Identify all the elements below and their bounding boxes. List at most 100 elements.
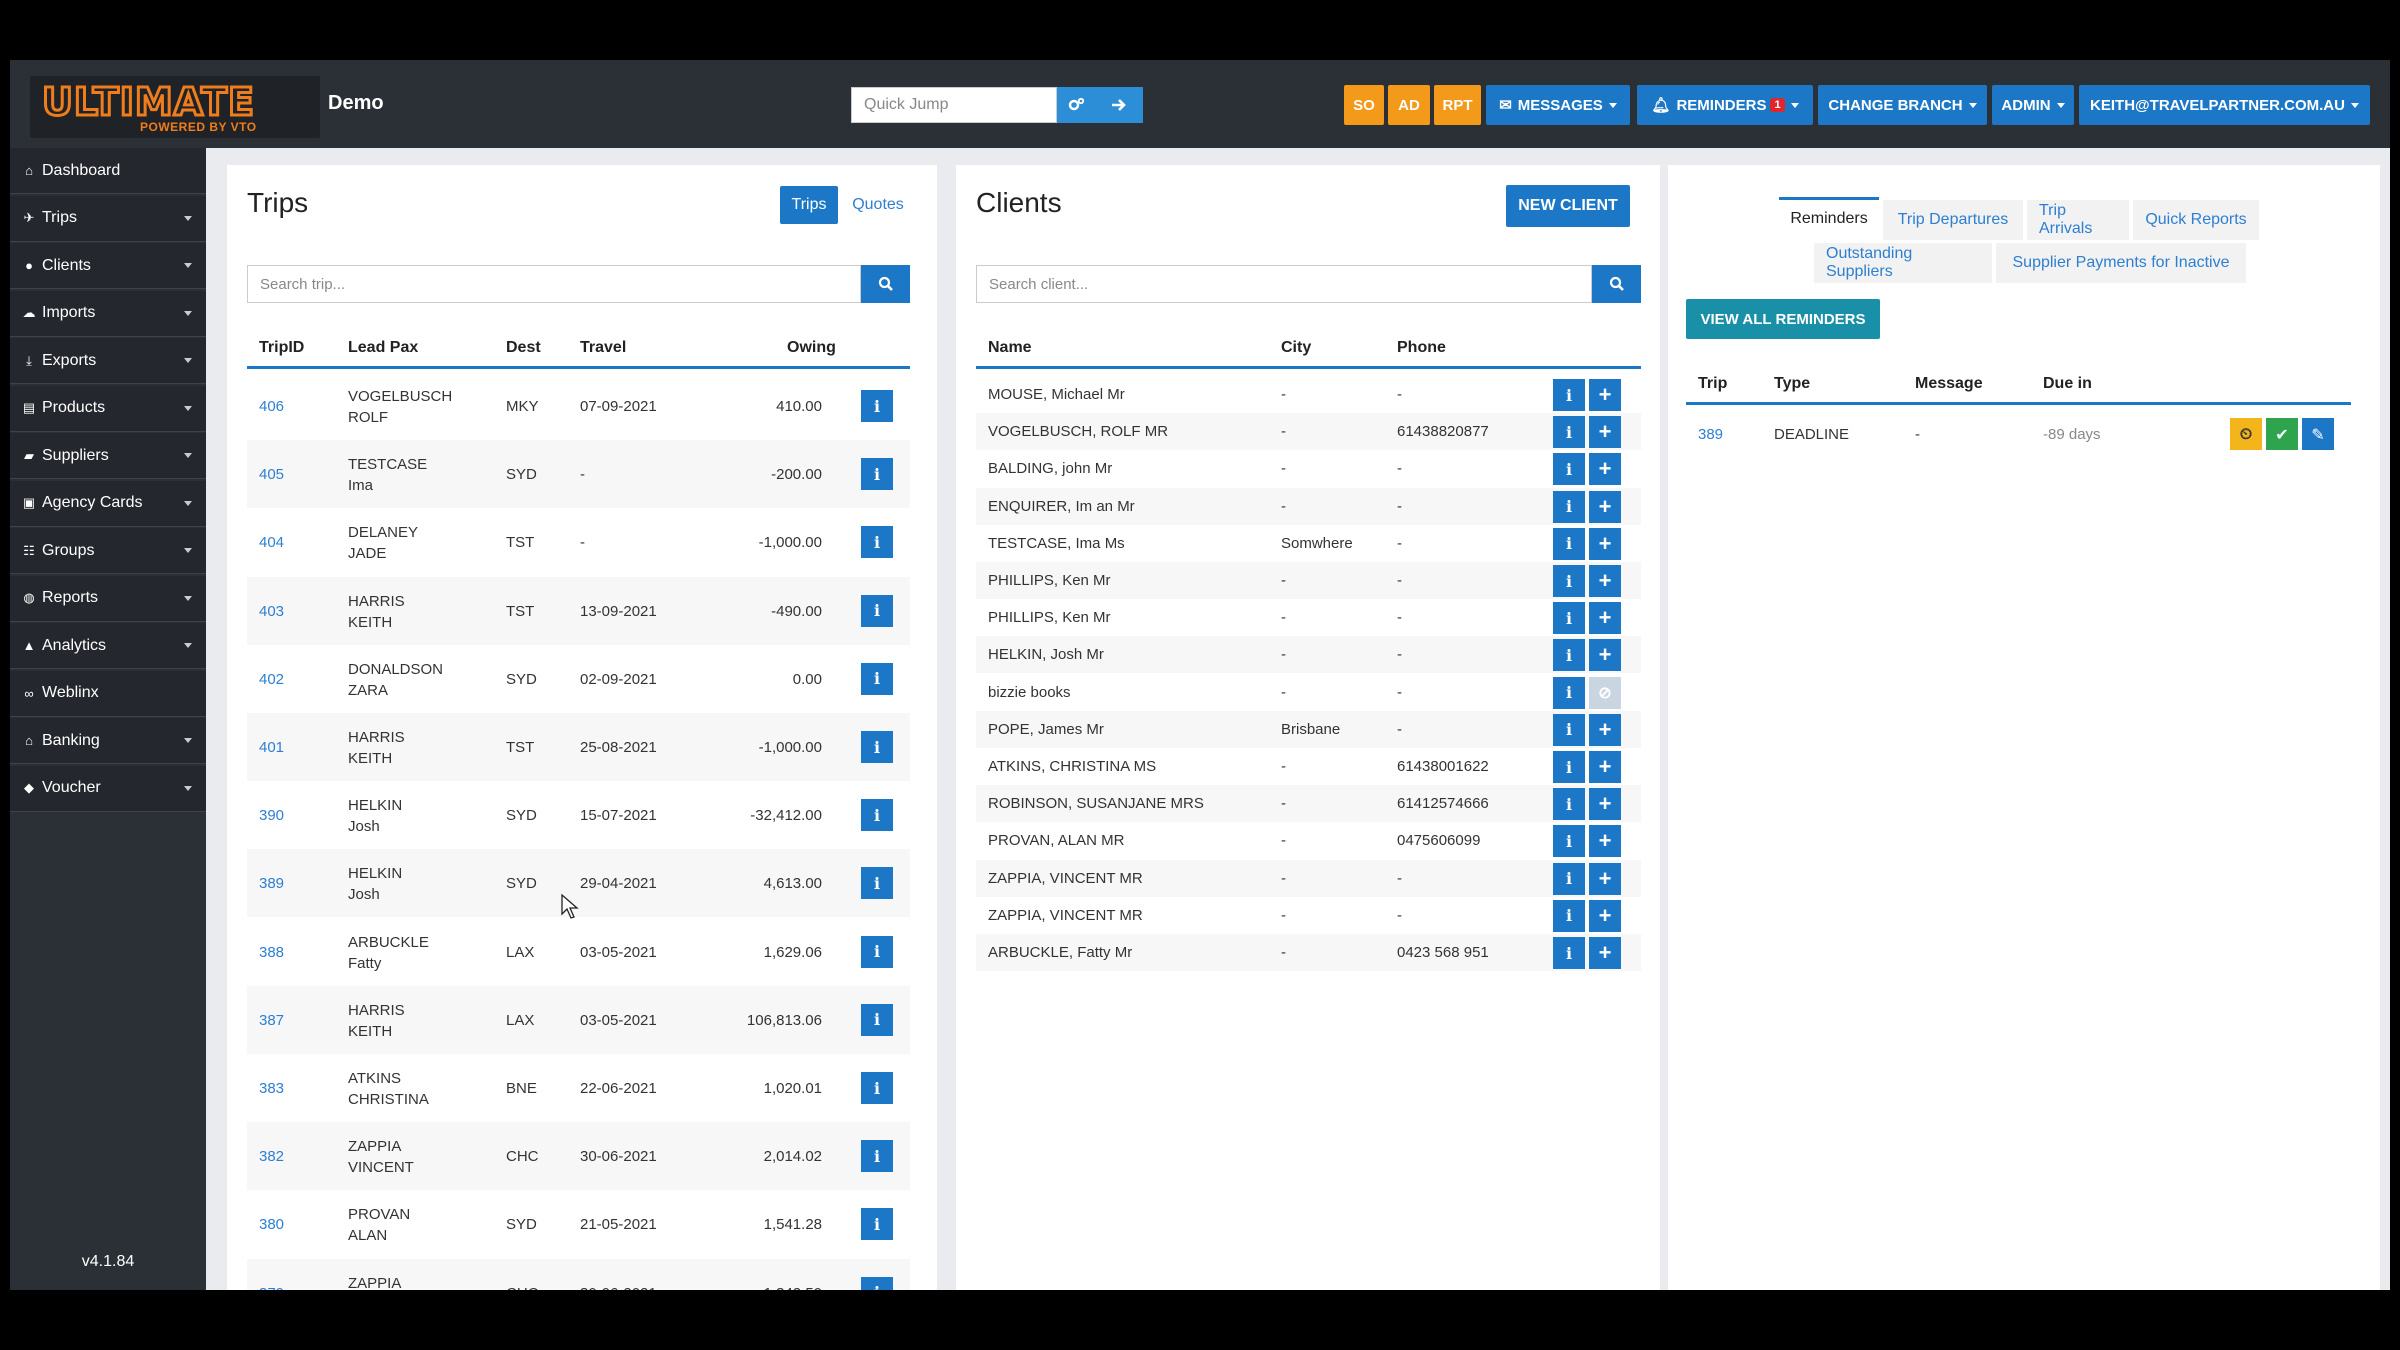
- trip-id-link[interactable]: 405: [259, 466, 284, 483]
- trip-id-link[interactable]: 387: [259, 1012, 284, 1029]
- client-add-button[interactable]: +: [1589, 937, 1621, 969]
- sidebar-item-suppliers[interactable]: ▰ Suppliers: [10, 433, 206, 479]
- reminders-dropdown[interactable]: 🔔︎ REMINDERS 1: [1637, 85, 1813, 125]
- reminder-trip-link[interactable]: 389: [1698, 426, 1723, 443]
- sidebar-item-reports[interactable]: ◍ Reports: [10, 575, 206, 622]
- tab-reminders[interactable]: Reminders: [1779, 197, 1879, 237]
- tab-supplier-payments-inactive[interactable]: Supplier Payments for Inactive: [1996, 243, 2246, 283]
- sidebar-item-agency-cards[interactable]: ▣ Agency Cards: [10, 480, 206, 527]
- trip-info-button[interactable]: i: [861, 662, 893, 695]
- client-info-button[interactable]: i: [1553, 565, 1585, 597]
- messages-dropdown[interactable]: ✉ MESSAGES: [1486, 85, 1630, 125]
- tab-outstanding-suppliers[interactable]: Outstanding Suppliers: [1814, 243, 1992, 283]
- client-add-button[interactable]: +: [1589, 899, 1621, 932]
- client-add-button[interactable]: +: [1589, 825, 1621, 858]
- trip-info-button[interactable]: i: [861, 935, 893, 968]
- sidebar-item-products[interactable]: ▤ Products: [10, 385, 206, 432]
- sidebar-item-clients[interactable]: ● Clients: [10, 243, 206, 289]
- trip-info-button[interactable]: i: [861, 458, 893, 491]
- quick-jump-go-button[interactable]: [1095, 87, 1143, 123]
- trip-info-button[interactable]: i: [861, 594, 893, 627]
- trip-id-link[interactable]: 403: [259, 603, 284, 620]
- sidebar-item-dashboard[interactable]: ⌂ Dashboard: [10, 148, 206, 194]
- trip-info-button[interactable]: i: [861, 1276, 893, 1290]
- client-info-button[interactable]: i: [1553, 825, 1585, 858]
- client-add-button[interactable]: +: [1589, 565, 1621, 597]
- client-search-input[interactable]: [976, 265, 1592, 303]
- trips-tab-button[interactable]: Trips: [780, 186, 838, 224]
- client-search-button[interactable]: [1592, 265, 1641, 303]
- trip-info-button[interactable]: i: [861, 1208, 893, 1241]
- client-add-button[interactable]: +: [1589, 788, 1621, 821]
- client-add-button[interactable]: +: [1589, 490, 1621, 523]
- trip-info-button[interactable]: i: [861, 1072, 893, 1104]
- client-info-button[interactable]: i: [1553, 713, 1585, 746]
- client-add-button[interactable]: +: [1589, 639, 1621, 672]
- client-add-button[interactable]: +: [1589, 862, 1621, 895]
- trip-search-button[interactable]: [861, 265, 910, 303]
- trip-info-button[interactable]: i: [861, 526, 893, 559]
- client-info-button[interactable]: i: [1553, 416, 1585, 449]
- trip-id-link[interactable]: 383: [259, 1080, 284, 1097]
- client-info-button[interactable]: i: [1553, 527, 1585, 560]
- trip-info-button[interactable]: i: [861, 731, 893, 763]
- user-account-dropdown[interactable]: KEITH@TRAVELPARTNER.COM.AU: [2079, 85, 2370, 125]
- trip-id-link[interactable]: 401: [259, 739, 284, 756]
- app-logo[interactable]: ULTIMATE POWERED BY VTO: [30, 76, 320, 138]
- change-branch-dropdown[interactable]: CHANGE BRANCH: [1818, 85, 1987, 125]
- client-info-button[interactable]: i: [1553, 862, 1585, 895]
- trip-search-input[interactable]: [247, 265, 861, 303]
- client-add-button[interactable]: +: [1589, 751, 1621, 783]
- tab-trip-arrivals[interactable]: Trip Arrivals: [2027, 200, 2129, 240]
- client-add-button[interactable]: +: [1589, 713, 1621, 746]
- client-info-button[interactable]: i: [1553, 639, 1585, 672]
- so-button[interactable]: SO: [1344, 85, 1384, 125]
- sidebar-item-weblinx[interactable]: ∞ Weblinx: [10, 670, 206, 717]
- trip-id-link[interactable]: 390: [259, 807, 284, 824]
- quick-jump-input[interactable]: [851, 87, 1057, 123]
- trip-id-link[interactable]: 382: [259, 1148, 284, 1165]
- trip-id-link[interactable]: 388: [259, 944, 284, 961]
- client-add-button[interactable]: +: [1589, 416, 1621, 449]
- trip-info-button[interactable]: i: [861, 799, 893, 832]
- client-add-button[interactable]: +: [1589, 602, 1621, 635]
- admin-dropdown[interactable]: ADMIN: [1992, 85, 2074, 125]
- client-info-button[interactable]: i: [1553, 937, 1585, 969]
- view-all-reminders-button[interactable]: VIEW ALL REMINDERS: [1686, 299, 1880, 339]
- complete-button[interactable]: ✔: [2266, 418, 2298, 450]
- sidebar-item-banking[interactable]: ⌂ Banking: [10, 718, 206, 764]
- trip-info-button[interactable]: i: [861, 867, 893, 900]
- quotes-tab-button[interactable]: Quotes: [845, 186, 911, 224]
- new-client-button[interactable]: NEW CLIENT: [1506, 185, 1630, 227]
- trip-id-link[interactable]: 404: [259, 534, 284, 551]
- client-info-button[interactable]: i: [1553, 379, 1585, 411]
- sidebar-item-groups[interactable]: ☷ Groups: [10, 528, 206, 574]
- client-info-button[interactable]: i: [1553, 899, 1585, 932]
- client-info-button[interactable]: i: [1553, 602, 1585, 635]
- edit-button[interactable]: ✎: [2302, 418, 2334, 450]
- client-info-button[interactable]: i: [1553, 788, 1585, 821]
- trip-id-link[interactable]: 402: [259, 671, 284, 688]
- trip-id-link[interactable]: 380: [259, 1216, 284, 1233]
- ad-button[interactable]: AD: [1388, 85, 1430, 125]
- trip-info-button[interactable]: i: [861, 1140, 893, 1173]
- trip-id-link[interactable]: 389: [259, 875, 284, 892]
- client-add-button[interactable]: +: [1589, 527, 1621, 560]
- client-add-button[interactable]: +: [1589, 453, 1621, 486]
- snooze-button[interactable]: ⏲: [2230, 418, 2262, 450]
- sidebar-item-analytics[interactable]: ▲ Analytics: [10, 623, 206, 669]
- client-info-button[interactable]: i: [1553, 751, 1585, 783]
- tab-trip-departures[interactable]: Trip Departures: [1883, 200, 2023, 240]
- sidebar-item-voucher[interactable]: ◆ Voucher: [10, 765, 206, 812]
- tab-quick-reports[interactable]: Quick Reports: [2133, 200, 2259, 240]
- client-info-button[interactable]: i: [1553, 676, 1585, 709]
- rpt-button[interactable]: RPT: [1434, 85, 1481, 125]
- sidebar-item-imports[interactable]: ☁ Imports: [10, 290, 206, 337]
- sidebar-item-exports[interactable]: ⤓ Exports: [10, 338, 206, 384]
- client-info-button[interactable]: i: [1553, 453, 1585, 486]
- client-add-button[interactable]: +: [1589, 379, 1621, 411]
- client-info-button[interactable]: i: [1553, 490, 1585, 523]
- trip-id-link[interactable]: 406: [259, 398, 284, 415]
- trip-id-link[interactable]: 379: [259, 1285, 284, 1290]
- trip-info-button[interactable]: i: [861, 390, 893, 422]
